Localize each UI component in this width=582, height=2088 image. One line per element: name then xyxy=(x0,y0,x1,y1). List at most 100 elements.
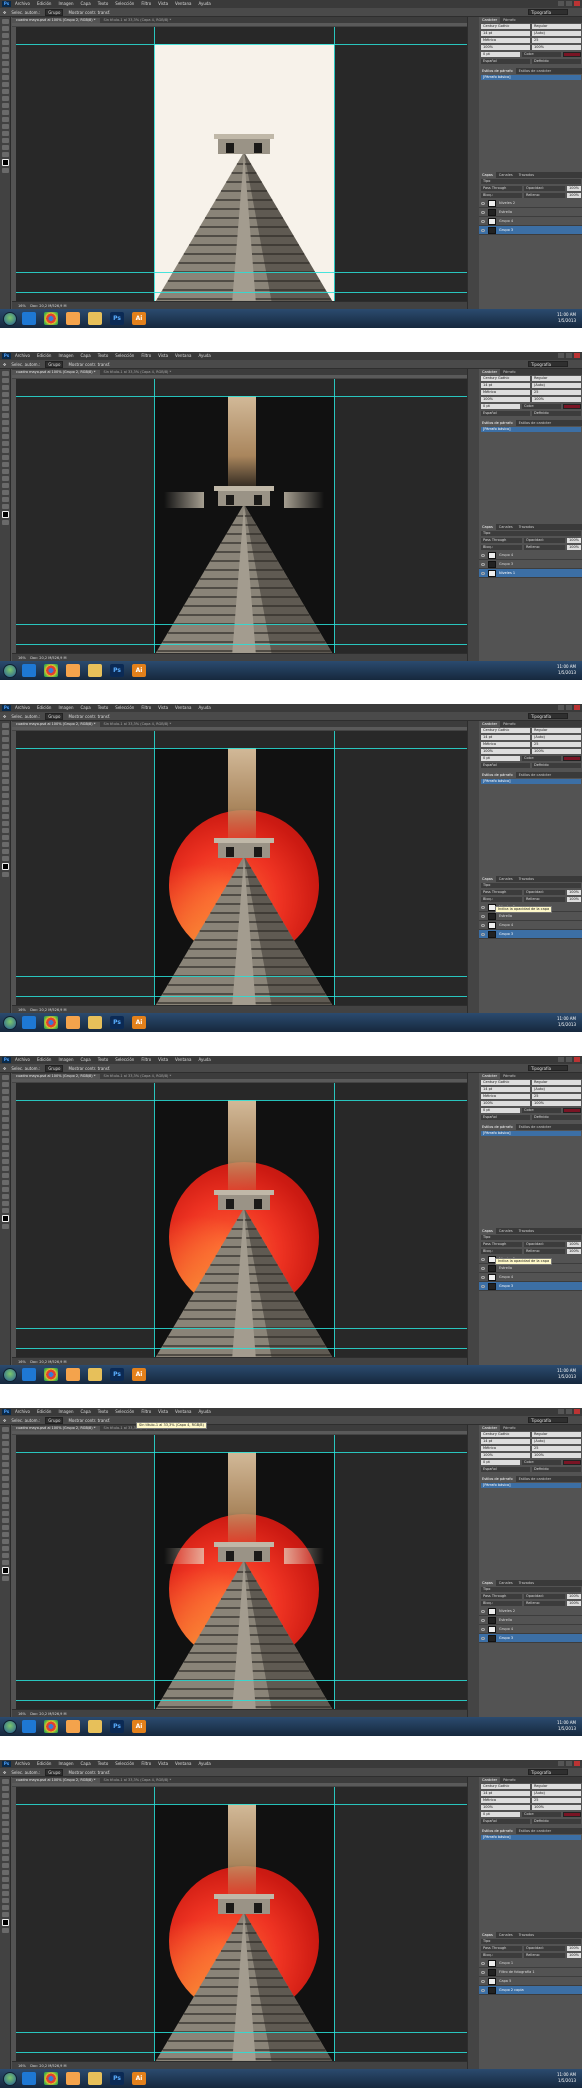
quick-mask-icon[interactable] xyxy=(2,872,9,877)
quick-mask-icon[interactable] xyxy=(2,1576,9,1581)
hand-tool-icon[interactable] xyxy=(2,1553,9,1558)
foreground-color-swatch[interactable] xyxy=(2,1567,9,1574)
zoom-readout[interactable]: 16% xyxy=(18,2064,26,2068)
menu-capa[interactable]: Capa xyxy=(81,353,91,359)
menu-imagen[interactable]: Imagen xyxy=(58,1409,73,1415)
layer-row[interactable]: Estrella xyxy=(479,912,582,921)
illustrator-taskbar-icon[interactable]: Ai xyxy=(132,1720,146,1733)
clone-stamp-tool-icon[interactable] xyxy=(2,427,9,432)
type-tool-icon[interactable] xyxy=(2,124,9,129)
layer-row[interactable]: Grupo 4 xyxy=(479,1625,582,1634)
type-tool-icon[interactable] xyxy=(2,476,9,481)
leading-field[interactable]: (Auto) xyxy=(532,735,581,740)
menu-ayuda[interactable]: Ayuda xyxy=(198,1409,210,1415)
crop-tool-icon[interactable] xyxy=(2,399,9,404)
chrome-icon[interactable] xyxy=(44,1016,58,1029)
menu-archivo[interactable]: Archivo xyxy=(15,705,30,711)
path-select-tool-icon[interactable] xyxy=(2,1187,9,1192)
crop-tool-icon[interactable] xyxy=(2,1103,9,1108)
kerning-field[interactable]: Métrica xyxy=(481,390,530,395)
leading-field[interactable]: (Auto) xyxy=(532,383,581,388)
menu-edicion[interactable]: Edición xyxy=(37,1761,51,1767)
blend-mode-dropdown[interactable]: Pass Through xyxy=(481,538,522,543)
eraser-tool-icon[interactable] xyxy=(2,793,9,798)
fill-field[interactable]: 100% xyxy=(567,1601,581,1606)
layer-row[interactable]: Grupo 3 xyxy=(479,930,582,939)
layer-row[interactable]: Grupo 1 xyxy=(479,1959,582,1968)
tab-paragraph-styles[interactable]: Estilos de párrafo xyxy=(479,1476,516,1482)
folder-icon[interactable] xyxy=(88,1368,102,1381)
tab-canales[interactable]: Canales xyxy=(496,172,516,178)
ie-icon[interactable] xyxy=(22,1016,36,1029)
tab-trazados[interactable]: Trazados xyxy=(516,1580,537,1586)
dodge-tool-icon[interactable] xyxy=(2,1870,9,1875)
document-canvas[interactable] xyxy=(16,1435,467,1712)
layer-row[interactable]: Estrella xyxy=(479,208,582,217)
dodge-tool-icon[interactable] xyxy=(2,462,9,467)
font-family-field[interactable]: Century Gothic xyxy=(481,1784,530,1789)
language-dropdown[interactable]: Español xyxy=(481,763,530,768)
eraser-tool-icon[interactable] xyxy=(2,1497,9,1502)
clone-stamp-tool-icon[interactable] xyxy=(2,779,9,784)
antialias-dropdown[interactable]: Definido xyxy=(532,59,581,64)
show-transform-checkbox[interactable]: Mostrar contr. transf. xyxy=(68,714,110,719)
workspace-dropdown[interactable]: Tipografía xyxy=(528,9,568,15)
workspace-dropdown[interactable]: Tipografía xyxy=(528,1417,568,1423)
start-button-icon[interactable] xyxy=(3,1719,17,1734)
healing-tool-icon[interactable] xyxy=(2,1469,9,1474)
zoom-readout[interactable]: 16% xyxy=(18,304,26,308)
visibility-eye-icon[interactable] xyxy=(481,932,485,936)
marquee-tool-icon[interactable] xyxy=(2,378,9,383)
zoom-tool-icon[interactable] xyxy=(2,504,9,509)
auto-select-dropdown[interactable]: Grupo xyxy=(45,1416,64,1424)
visibility-eye-icon[interactable] xyxy=(481,1636,485,1640)
pen-tool-icon[interactable] xyxy=(2,1173,9,1178)
tracking-field[interactable]: 25 xyxy=(532,1446,581,1451)
zoom-readout[interactable]: 16% xyxy=(18,1712,26,1716)
paragraph-style-item[interactable]: [Párrafo básico] xyxy=(481,427,581,432)
zoom-readout[interactable]: 16% xyxy=(18,1360,26,1364)
history-brush-tool-icon[interactable] xyxy=(2,82,9,87)
folder-icon[interactable] xyxy=(88,664,102,677)
tab-caracter[interactable]: Carácter xyxy=(479,1777,501,1783)
eyedropper-tool-icon[interactable] xyxy=(2,406,9,411)
media-player-icon[interactable] xyxy=(66,1368,80,1381)
tab-paragraph-styles[interactable]: Estilos de párrafo xyxy=(479,1124,516,1130)
maximize-icon[interactable] xyxy=(566,1409,572,1414)
gradient-tool-icon[interactable] xyxy=(2,1504,9,1509)
move-tool-icon[interactable] xyxy=(2,1427,9,1432)
path-select-tool-icon[interactable] xyxy=(2,835,9,840)
foreground-color-swatch[interactable] xyxy=(2,159,9,166)
tracking-field[interactable]: 25 xyxy=(532,38,581,43)
dodge-tool-icon[interactable] xyxy=(2,110,9,115)
layer-row[interactable]: Grupo 4 xyxy=(479,551,582,560)
font-size-field[interactable]: 14 pt xyxy=(481,735,530,740)
lasso-tool-icon[interactable] xyxy=(2,33,9,38)
crop-tool-icon[interactable] xyxy=(2,47,9,52)
brush-tool-icon[interactable] xyxy=(2,1828,9,1833)
hand-tool-icon[interactable] xyxy=(2,849,9,854)
clone-stamp-tool-icon[interactable] xyxy=(2,75,9,80)
menu-texto[interactable]: Texto xyxy=(98,1,109,7)
horizontal-scale-field[interactable]: 100% xyxy=(532,749,581,754)
layer-filter-dropdown[interactable]: Tipo xyxy=(481,531,581,536)
eraser-tool-icon[interactable] xyxy=(2,89,9,94)
layer-row[interactable]: Grupo 3 xyxy=(479,1282,582,1291)
tab-parrafo[interactable]: Párrafo xyxy=(500,1777,518,1783)
menu-texto[interactable]: Texto xyxy=(98,353,109,359)
start-button-icon[interactable] xyxy=(3,1367,17,1382)
foreground-color-swatch[interactable] xyxy=(2,863,9,870)
menu-capa[interactable]: Capa xyxy=(81,705,91,711)
menu-texto[interactable]: Texto xyxy=(98,705,109,711)
visibility-eye-icon[interactable] xyxy=(481,914,485,918)
media-player-icon[interactable] xyxy=(66,312,80,325)
layer-filter-dropdown[interactable]: Tipo xyxy=(481,1939,581,1944)
tab-canales[interactable]: Canales xyxy=(496,1580,516,1586)
move-tool-icon[interactable] xyxy=(2,723,9,728)
minimize-icon[interactable] xyxy=(558,1057,564,1062)
maximize-icon[interactable] xyxy=(566,1057,572,1062)
visibility-eye-icon[interactable] xyxy=(481,1609,485,1613)
fill-field[interactable]: 100% xyxy=(567,1249,581,1254)
menu-ayuda[interactable]: Ayuda xyxy=(198,1761,210,1767)
show-transform-checkbox[interactable]: Mostrar contr. transf. xyxy=(68,1770,110,1775)
